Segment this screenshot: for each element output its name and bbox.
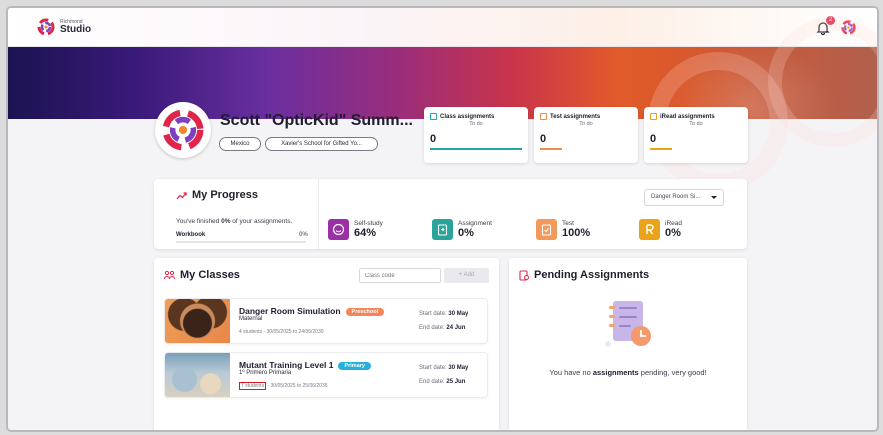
class-students: 7 students bbox=[239, 382, 267, 390]
metric-test: Test 100% bbox=[536, 219, 590, 240]
classroom-icon bbox=[164, 270, 175, 280]
class-card-danger-room[interactable]: Danger Room Simulation Preschool Maternal… bbox=[164, 298, 488, 344]
pending-message: You have no assignments pending, very go… bbox=[549, 368, 707, 377]
class-end-date: End date: 25 Jun bbox=[419, 379, 466, 385]
metric-value: 64% bbox=[354, 227, 377, 239]
stat-sub: To do bbox=[689, 121, 703, 127]
pending-title: Pending Assignments bbox=[534, 269, 650, 281]
class-name: Danger Room Simulation Preschool bbox=[239, 306, 385, 316]
stat-value: 0 bbox=[430, 133, 437, 145]
metric-value: 100% bbox=[562, 227, 591, 239]
pending-assignments-panel: Pending Assignments You have no assignme… bbox=[509, 258, 747, 430]
workbook-label: Workbook bbox=[176, 232, 206, 238]
profile-name: Scott "OpticKid" Summ... bbox=[220, 112, 413, 129]
trend-up-icon bbox=[176, 191, 187, 199]
stat-value: 0 bbox=[650, 133, 657, 145]
class-thumbnail bbox=[165, 353, 230, 397]
stat-sub: To do bbox=[469, 121, 483, 127]
class-students: 4 students bbox=[239, 329, 263, 335]
stat-underline bbox=[430, 148, 522, 150]
stat-title: Test assignments bbox=[550, 113, 601, 120]
stat-title: Class assignments bbox=[440, 113, 495, 120]
class-thumbnail bbox=[165, 299, 230, 343]
class-start-date: Start date: 30 May bbox=[419, 365, 469, 371]
empty-assignments-illustration bbox=[605, 301, 651, 347]
stat-value: 0 bbox=[540, 133, 547, 145]
class-meta: 4 students - 30/05/2025 to 24/06/2030 bbox=[239, 329, 324, 335]
dropdown-value: Danger Room Si... bbox=[651, 194, 701, 200]
class-level-tag: Preschool bbox=[345, 307, 385, 316]
metric-label: Test bbox=[562, 220, 574, 227]
my-progress-panel: My Progress You've finished 0% of your a… bbox=[154, 179, 747, 249]
profile-avatar bbox=[155, 102, 211, 158]
test-assignments-card[interactable]: Test assignments To do 0 bbox=[534, 107, 638, 163]
stat-underline bbox=[650, 148, 672, 150]
app-window: Richmond Studio 2 Scott "OpticKid" Summ.… bbox=[6, 6, 879, 432]
school-chip: Xavier's School for Gifted Yo... bbox=[265, 137, 378, 151]
logo-big-text: Studio bbox=[60, 23, 92, 35]
classes-title: My Classes bbox=[180, 269, 240, 281]
class-card-mutant-training[interactable]: Mutant Training Level 1 Primary 1º Primer… bbox=[164, 352, 488, 398]
class-level: Maternal bbox=[239, 316, 263, 322]
class-level-tag: Primary bbox=[338, 361, 371, 370]
metric-iread: iRead 0% bbox=[639, 219, 682, 240]
clipboard-icon bbox=[430, 113, 437, 120]
finished-text: You've finished 0% of your assignments. bbox=[176, 218, 293, 225]
top-bar: Richmond Studio 2 bbox=[8, 8, 877, 47]
metric-value: 0% bbox=[458, 227, 474, 239]
iread-assignments-card[interactable]: iRead assignments To do 0 bbox=[644, 107, 748, 163]
metric-self-study: Self-study 64% bbox=[328, 219, 383, 240]
add-class-button[interactable]: + Add bbox=[444, 268, 489, 283]
clipboard-icon bbox=[432, 219, 453, 240]
progress-summary: My Progress You've finished 0% of your a… bbox=[154, 179, 319, 249]
stat-underline bbox=[540, 148, 562, 150]
class-code-input[interactable] bbox=[359, 268, 441, 283]
metric-value: 0% bbox=[665, 227, 681, 239]
stat-sub: To do bbox=[579, 121, 593, 127]
iread-icon bbox=[639, 219, 660, 240]
profile-logo-icon bbox=[162, 109, 204, 151]
richmond-studio-logo[interactable]: Richmond Studio bbox=[36, 17, 91, 37]
pending-doc-icon bbox=[519, 269, 529, 281]
workbook-progress-bar bbox=[176, 241, 306, 243]
metric-assignment: Assignment 0% bbox=[432, 219, 492, 240]
class-name: Mutant Training Level 1 Primary bbox=[239, 360, 371, 370]
workbook-percent: 0% bbox=[299, 232, 308, 238]
metric-label: Assignment bbox=[458, 220, 492, 227]
check-doc-icon bbox=[536, 219, 557, 240]
iread-icon bbox=[650, 113, 657, 120]
smile-icon bbox=[328, 219, 349, 240]
class-start-date: Start date: 30 May bbox=[419, 311, 469, 317]
logo-icon bbox=[37, 18, 55, 36]
metric-label: iRead bbox=[665, 220, 682, 227]
chevron-down-icon bbox=[711, 196, 717, 199]
my-classes-panel: My Classes + Add Danger Room SimulationP… bbox=[154, 258, 499, 430]
metric-label: Self-study bbox=[354, 220, 383, 227]
country-chip: Mexico bbox=[219, 137, 261, 151]
class-level: 1º Primero Primaria bbox=[239, 370, 292, 376]
class-select-dropdown[interactable]: Danger Room Si... bbox=[644, 189, 724, 206]
progress-title: My Progress bbox=[192, 189, 259, 201]
stat-title: iRead assignments bbox=[660, 113, 715, 120]
class-end-date: End date: 24 Jun bbox=[419, 325, 466, 331]
test-doc-icon bbox=[540, 113, 547, 120]
class-assignments-card[interactable]: Class assignments To do 0 bbox=[424, 107, 528, 163]
class-meta: 7 students - 30/05/2025 to 25/06/2035 bbox=[239, 382, 328, 390]
